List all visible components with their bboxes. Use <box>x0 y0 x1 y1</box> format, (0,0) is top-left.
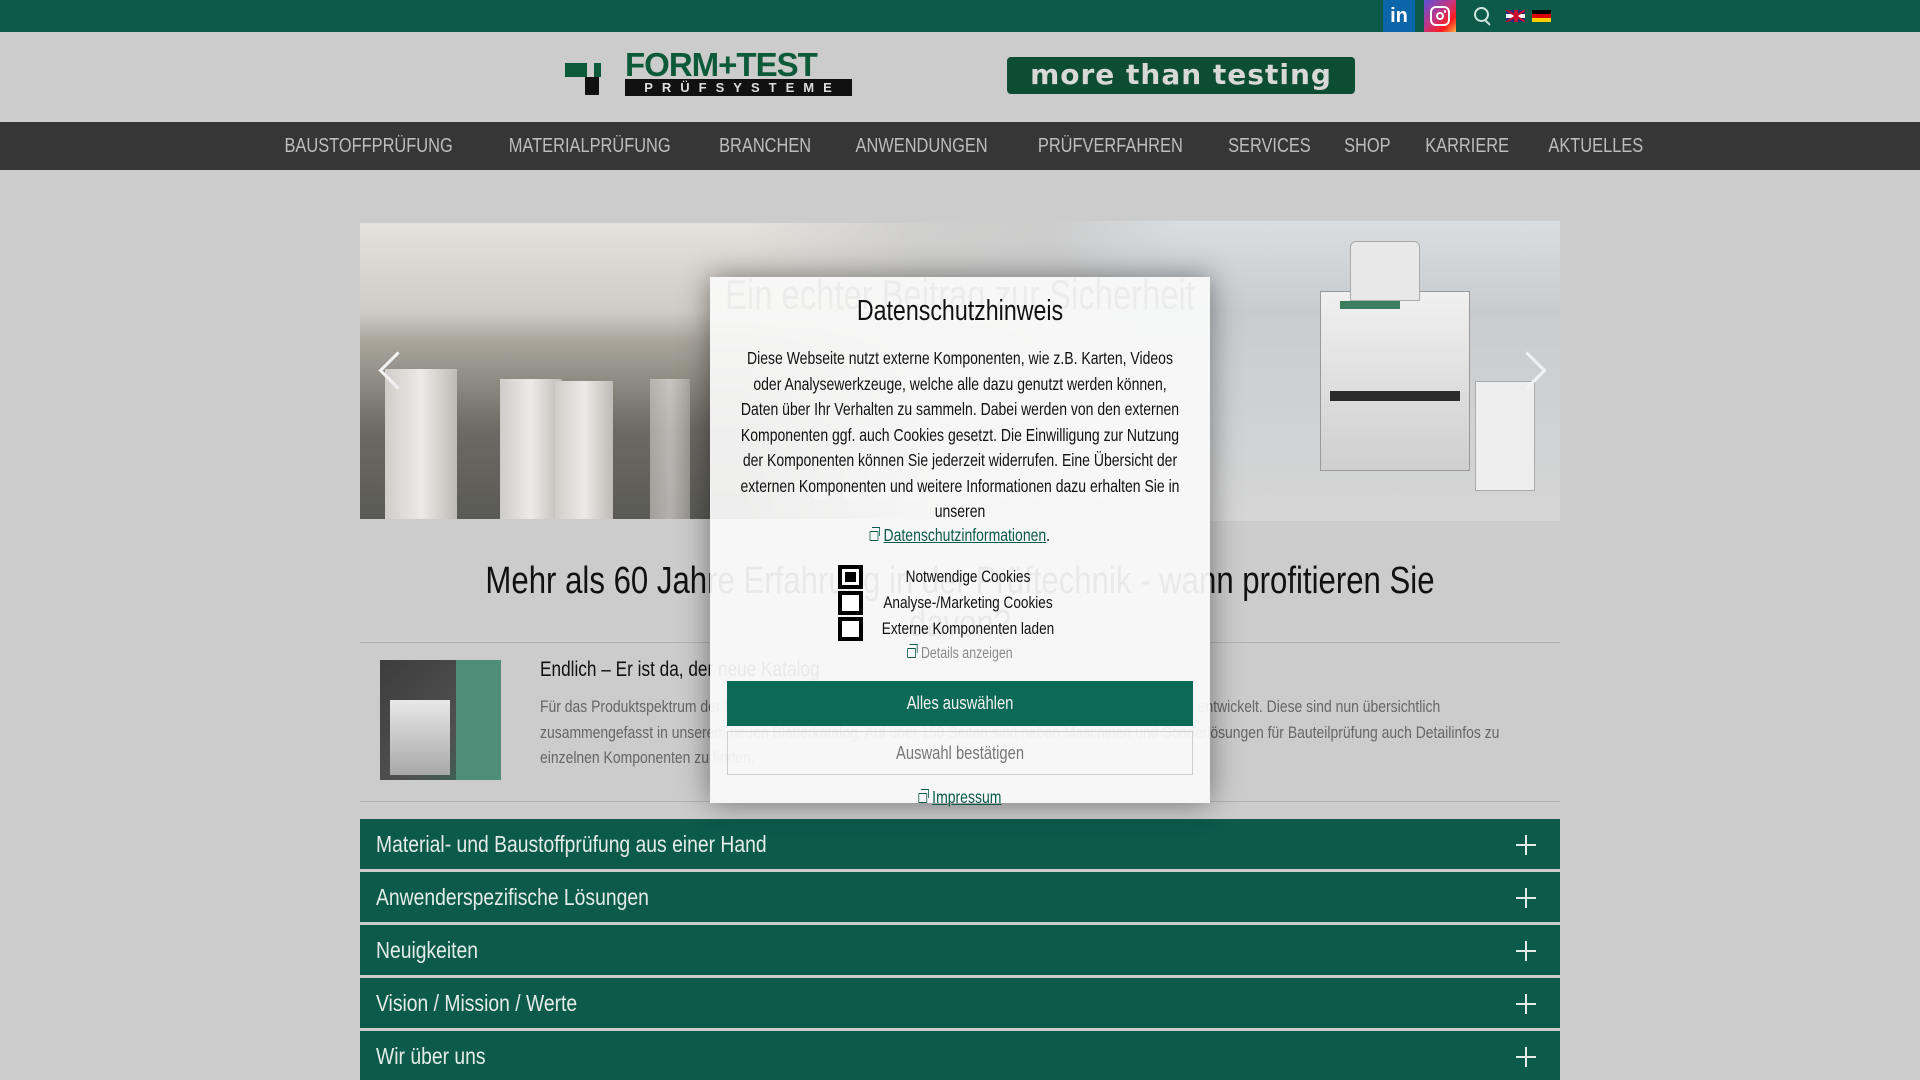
privacy-info-link[interactable]: Datenschutzinformationen <box>884 525 1047 545</box>
external-link-icon <box>907 643 918 658</box>
nav-item-services[interactable]: SERVICES <box>1213 122 1325 170</box>
logo-subtitle: PRÜFSYSTEME <box>625 79 852 96</box>
slogan-banner: more than testing <box>1007 57 1355 94</box>
accordion-item[interactable]: Wir über uns <box>360 1031 1560 1080</box>
checkbox-label: Externe Komponenten laden <box>881 618 1055 638</box>
slider-prev-arrow[interactable] <box>378 349 400 389</box>
site-header: FORM+TEST PRÜFSYSTEME more than testing <box>0 32 1920 122</box>
catalog-thumbnail[interactable] <box>380 660 501 780</box>
plus-icon <box>1516 1047 1536 1067</box>
cookie-option[interactable]: Notwendige Cookies <box>710 564 1210 591</box>
nav-item-pruefverfahren[interactable]: PRÜFVERFAHREN <box>1023 122 1197 170</box>
plus-icon <box>1516 994 1536 1014</box>
nav-item-baustoffpruefung[interactable]: BAUSTOFFPRÜFUNG <box>270 122 468 170</box>
accordion-item[interactable]: Neuigkeiten <box>360 925 1560 975</box>
linkedin-label: in <box>1390 4 1408 27</box>
accordion-item[interactable]: Material- und Baustoffprüfung aus einer … <box>360 819 1560 869</box>
top-bar: in <box>0 0 1920 32</box>
search-icon[interactable] <box>1470 5 1492 27</box>
main-nav: BAUSTOFFPRÜFUNG MATERIALPRÜFUNG BRANCHEN… <box>0 122 1920 170</box>
plus-icon <box>1516 888 1536 908</box>
details-label: Details anzeigen <box>920 644 1013 662</box>
nav-item-karriere[interactable]: KARRIERE <box>1411 122 1524 170</box>
external-link-icon <box>918 788 929 803</box>
nav-item-aktuelles[interactable]: AKTUELLES <box>1534 122 1658 170</box>
privacy-link-line: Datenschutzinformationen. <box>760 525 1160 546</box>
accordion-label: Neuigkeiten <box>376 936 479 963</box>
select-all-label: Alles auswählen <box>906 692 1014 713</box>
privacy-modal: Datenschutzhinweis Diese Webseite nutzt … <box>710 277 1210 807</box>
accordion-label: Vision / Mission / Werte <box>376 989 578 1016</box>
confirm-selection-button[interactable]: Auswahl bestätigen <box>727 730 1193 775</box>
formtest-logo[interactable]: FORM+TEST PRÜFSYSTEME <box>565 48 852 99</box>
cookie-option[interactable]: Externe Komponenten laden <box>710 616 1210 643</box>
privacy-suffix: . <box>1046 524 1051 545</box>
cookie-option[interactable]: Analyse-/Marketing Cookies <box>710 590 1210 617</box>
logo-wordmark: FORM+TEST <box>625 46 818 83</box>
accordion-label: Anwenderspezifische Lösungen <box>376 883 649 910</box>
plus-icon <box>1516 835 1536 855</box>
top-bar-icons: in <box>1383 0 1551 32</box>
accordion-item[interactable]: Anwenderspezifische Lösungen <box>360 872 1560 922</box>
german-flag-icon[interactable] <box>1532 10 1551 22</box>
checkbox-label: Notwendige Cookies <box>905 566 1031 586</box>
cookie-options: Notwendige Cookies Analyse-/Marketing Co… <box>710 564 1210 643</box>
confirm-label: Auswahl bestätigen <box>895 742 1024 763</box>
uk-flag-icon[interactable] <box>1506 10 1525 22</box>
impressum-link[interactable]: Impressum <box>932 787 1001 807</box>
accordion-label: Wir über uns <box>376 1042 486 1069</box>
select-all-button[interactable]: Alles auswählen <box>727 680 1193 726</box>
camera-glyph <box>1430 6 1450 26</box>
checkbox-label: Analyse-/Marketing Cookies <box>883 592 1053 612</box>
nav-item-branchen[interactable]: BRANCHEN <box>704 122 826 170</box>
external-link-icon <box>869 526 881 541</box>
nav-item-anwendungen[interactable]: ANWENDUNGEN <box>841 122 1003 170</box>
modal-title: Datenschutzhinweis <box>856 295 1064 327</box>
accordion-label: Material- und Baustoffprüfung aus einer … <box>376 830 767 857</box>
plus-icon <box>1516 941 1536 961</box>
modal-text: Diese Webseite nutzt externe Komponenten… <box>740 348 1180 521</box>
linkedin-icon[interactable]: in <box>1383 0 1415 32</box>
impressum-line: Impressum <box>760 787 1160 808</box>
instagram-icon[interactable] <box>1424 0 1456 32</box>
nav-item-shop[interactable]: SHOP <box>1330 122 1406 170</box>
slider-next-arrow[interactable] <box>1520 349 1542 389</box>
details-link[interactable]: Details anzeigen <box>760 643 1160 663</box>
nav-item-materialpruefung[interactable]: MATERIALPRÜFUNG <box>494 122 685 170</box>
accordion-item[interactable]: Vision / Mission / Werte <box>360 978 1560 1028</box>
